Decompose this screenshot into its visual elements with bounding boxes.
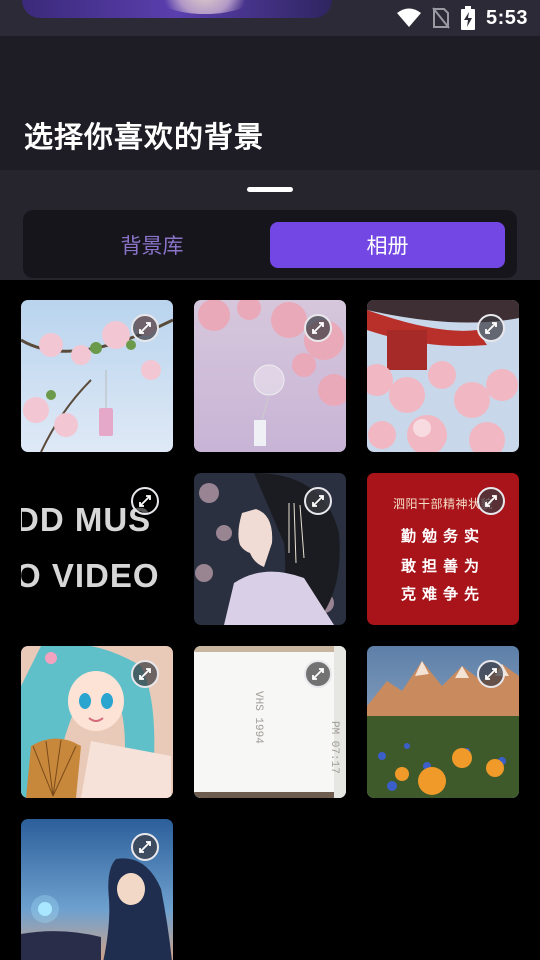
grid-item[interactable] xyxy=(367,646,519,798)
video-text-line: O VIDEO xyxy=(21,557,160,594)
grid-item[interactable] xyxy=(194,300,346,452)
grid-item[interactable] xyxy=(21,300,173,452)
battery-charging-icon xyxy=(460,6,475,30)
grid-item[interactable] xyxy=(194,473,346,625)
drag-handle[interactable] xyxy=(247,187,293,192)
vhs-timestamp: PM 07:17 xyxy=(328,721,340,774)
clock: 5:53 xyxy=(485,6,528,29)
expand-icon[interactable] xyxy=(304,660,332,688)
expand-icon[interactable] xyxy=(304,487,332,515)
poster-line: 克难争先 xyxy=(400,585,485,603)
grid-item[interactable]: DD MUS O VIDEO xyxy=(21,473,173,625)
expand-icon[interactable] xyxy=(477,660,505,688)
no-sim-icon xyxy=(432,7,450,29)
expand-icon[interactable] xyxy=(131,487,159,515)
grid-item[interactable]: 泗阳干部精神状貌 勤勉务实 敢担善为 克难争先 xyxy=(367,473,519,625)
status-icons: 5:53 xyxy=(396,6,528,30)
expand-icon[interactable] xyxy=(131,660,159,688)
bottom-sheet: 背景库 相册 xyxy=(0,170,540,280)
grid-item[interactable] xyxy=(21,819,173,960)
tab-album[interactable]: 相册 xyxy=(270,222,505,268)
grid-item[interactable]: VHS 1994 PM 07:17 xyxy=(194,646,346,798)
tab-background-library[interactable]: 背景库 xyxy=(35,222,269,268)
expand-icon[interactable] xyxy=(304,314,332,342)
page-title: 选择你喜欢的背景 xyxy=(24,120,265,154)
grid-item[interactable] xyxy=(367,300,519,452)
image-grid: DD MUS O VIDEO 泗阳干部精神状貌 勤勉务实 敢担善为 克难争先 V… xyxy=(0,280,540,960)
expand-icon[interactable] xyxy=(131,314,159,342)
vhs-label: VHS 1994 xyxy=(252,691,264,744)
poster-line: 勤勉务实 xyxy=(400,527,485,545)
poster-line: 敢担善为 xyxy=(400,557,485,575)
status-bar: 5:53 xyxy=(0,0,540,36)
expand-icon[interactable] xyxy=(477,487,505,515)
tab-bar: 背景库 相册 xyxy=(23,210,517,278)
expand-icon[interactable] xyxy=(477,314,505,342)
expand-icon[interactable] xyxy=(131,833,159,861)
header: 选择你喜欢的背景 xyxy=(0,36,540,170)
wifi-icon xyxy=(396,8,421,27)
grid-item[interactable] xyxy=(21,646,173,798)
